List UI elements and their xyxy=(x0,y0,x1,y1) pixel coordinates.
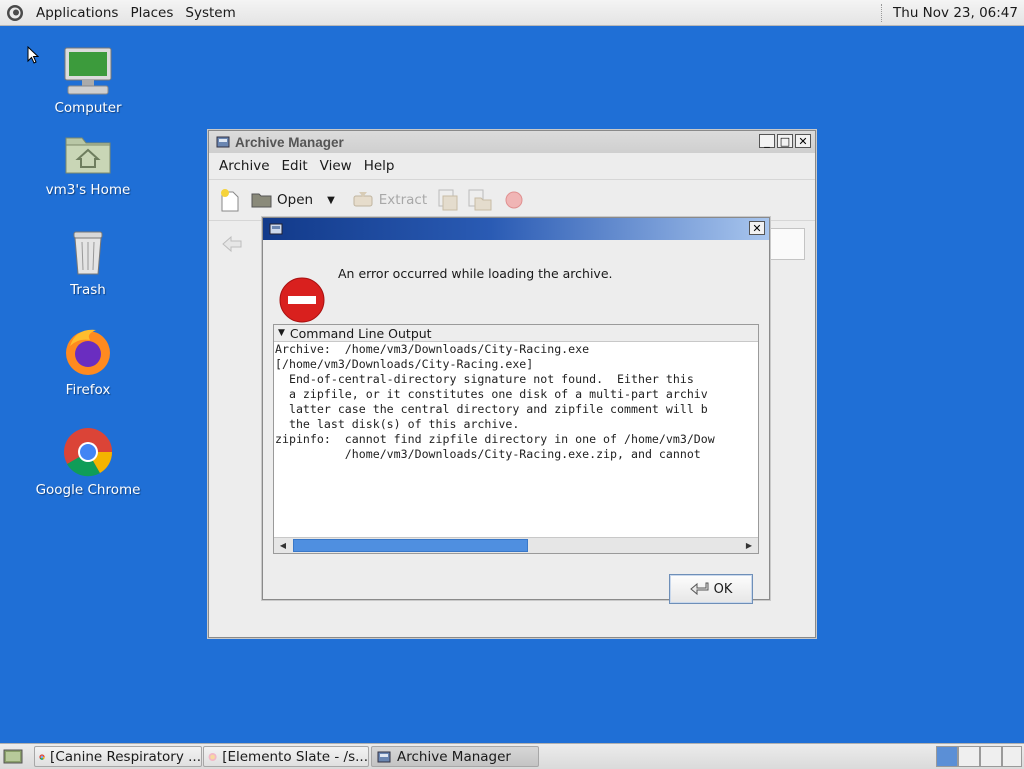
add-folder-icon[interactable] xyxy=(467,188,493,212)
open-dropdown-arrow-icon[interactable]: ▼ xyxy=(327,195,335,206)
new-archive-button[interactable] xyxy=(219,188,241,212)
chrome-icon xyxy=(39,753,45,760)
minimize-button[interactable]: _ xyxy=(759,134,775,148)
command-output-expander[interactable]: ▼ Command Line Output xyxy=(274,325,758,342)
archive-manager-icon xyxy=(269,223,283,235)
extract-icon xyxy=(353,192,373,207)
desktop-icon-label: Google Chrome xyxy=(35,482,141,498)
open-button[interactable]: Open xyxy=(251,191,313,209)
taskbar-item-archive-manager[interactable]: Archive Manager xyxy=(371,746,539,767)
trash-icon xyxy=(73,231,103,275)
taskbar-item-elemento[interactable]: [Elemento Slate - /s... xyxy=(203,746,369,767)
workspace-1[interactable] xyxy=(936,746,958,767)
stop-icon[interactable] xyxy=(503,189,525,211)
home-folder-icon xyxy=(65,137,111,174)
open-label: Open xyxy=(277,192,314,208)
panel-separator xyxy=(881,3,883,22)
show-desktop-icon[interactable] xyxy=(3,748,23,766)
archive-manager-icon xyxy=(377,751,391,762)
scroll-right-icon[interactable]: ▶ xyxy=(742,538,756,553)
desktop-icon-chrome[interactable]: Google Chrome xyxy=(28,426,148,498)
distro-logo-icon[interactable] xyxy=(6,4,24,22)
computer-icon xyxy=(64,47,112,95)
expander-label: Command Line Output xyxy=(289,325,432,341)
bottom-taskbar: [Canine Respiratory ... [Elemento Slate … xyxy=(0,743,1024,769)
top-panel: Applications Places System Thu Nov 23, 0… xyxy=(0,0,1024,26)
extract-button[interactable]: Extract xyxy=(351,190,427,210)
maximize-button[interactable]: □ xyxy=(777,134,793,148)
desktop-icon-trash[interactable]: Trash xyxy=(28,228,148,298)
add-files-icon[interactable] xyxy=(435,188,461,212)
chrome-icon xyxy=(64,428,113,477)
archive-manager-icon xyxy=(216,136,230,148)
new-file-icon xyxy=(221,189,239,212)
clock-text: Thu Nov 23, 06:47 xyxy=(893,4,1018,21)
desktop-icon-label: vm3's Home xyxy=(45,182,131,198)
workspace-3[interactable] xyxy=(980,746,1002,767)
desktop-icon-home[interactable]: vm3's Home xyxy=(28,128,148,198)
browser-icon xyxy=(208,752,217,761)
ok-button[interactable]: OK xyxy=(669,574,753,604)
location-bar[interactable] xyxy=(765,228,805,260)
desktop-icon-label: Firefox xyxy=(65,382,111,398)
ok-label: OK xyxy=(713,581,733,597)
menu-edit[interactable]: Edit xyxy=(276,158,314,174)
command-output-text[interactable]: Archive: /home/vm3/Downloads/City-Racing… xyxy=(274,342,758,522)
firefox-icon xyxy=(66,329,110,375)
workspace-2[interactable] xyxy=(958,746,980,767)
folder-open-icon xyxy=(251,193,272,208)
expander-arrow-icon: ▼ xyxy=(278,328,285,338)
desktop-icon-label: Computer xyxy=(54,100,122,116)
menu-help[interactable]: Help xyxy=(358,158,401,174)
menu-places[interactable]: Places xyxy=(124,5,179,21)
window-title: Archive Manager xyxy=(235,134,344,150)
window-controls: _ □ ✕ xyxy=(759,134,811,148)
extract-label: Extract xyxy=(378,192,428,208)
taskbar-item-chrome[interactable]: [Canine Respiratory ... xyxy=(34,746,202,767)
menu-applications[interactable]: Applications xyxy=(30,5,124,21)
close-button[interactable]: ✕ xyxy=(795,134,811,148)
taskbar-item-label: [Canine Respiratory ... xyxy=(50,748,201,765)
desktop-icon-firefox[interactable]: Firefox xyxy=(28,326,148,398)
dialog-body: An error occurred while loading the arch… xyxy=(263,240,769,604)
menu-view[interactable]: View xyxy=(314,158,358,174)
error-icon xyxy=(279,277,325,323)
back-arrow-icon[interactable] xyxy=(221,235,243,253)
menu-archive[interactable]: Archive xyxy=(213,158,276,174)
dialog-controls: ✕ xyxy=(749,221,765,235)
desktop-icon-label: Trash xyxy=(70,282,106,298)
archive-menubar: Archive Edit View Help xyxy=(209,153,815,180)
menu-system[interactable]: System xyxy=(179,5,241,21)
scroll-left-icon[interactable]: ◀ xyxy=(276,538,290,553)
taskbar-item-label: Archive Manager xyxy=(397,748,511,765)
horizontal-scrollbar[interactable]: ◀ ▶ xyxy=(274,537,758,553)
command-output-panel: ▼ Command Line Output Archive: /home/vm3… xyxy=(273,324,759,554)
ok-arrow-icon xyxy=(689,582,709,596)
taskbar-item-label: [Elemento Slate - /s... xyxy=(222,748,368,765)
dialog-titlebar[interactable]: ✕ xyxy=(263,218,769,240)
desktop-icon-computer[interactable]: Computer xyxy=(28,46,148,116)
dialog-close-button[interactable]: ✕ xyxy=(749,221,765,235)
clock[interactable]: Thu Nov 23, 06:47 xyxy=(881,0,1018,25)
error-dialog: ✕ An error occurred while loading the ar… xyxy=(262,217,770,604)
workspace-4[interactable] xyxy=(1002,746,1022,767)
archive-titlebar[interactable]: Archive Manager _ □ ✕ xyxy=(209,131,815,153)
archive-toolbar: Open ▼ Extract xyxy=(209,180,815,221)
error-message: An error occurred while loading the arch… xyxy=(338,266,613,281)
scrollbar-thumb[interactable] xyxy=(293,539,528,552)
